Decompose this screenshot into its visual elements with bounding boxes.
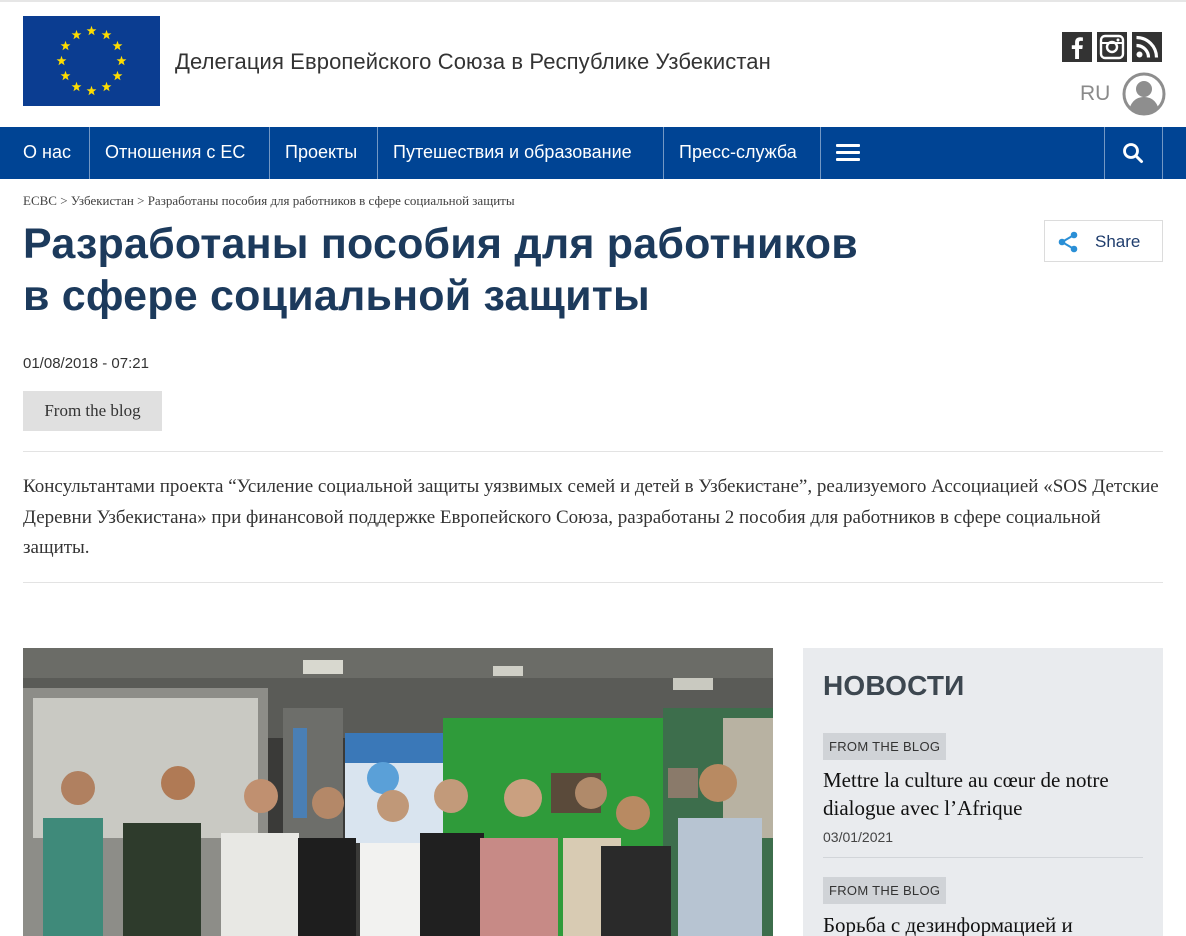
eu-star-icon bbox=[101, 29, 112, 40]
article-lead: Консультантами проекта “Усиление социаль… bbox=[23, 476, 1159, 558]
eu-star-icon bbox=[116, 55, 127, 66]
breadcrumb-item-current: Разработаны пособия для работников в сфе… bbox=[147, 193, 515, 208]
eu-star-icon bbox=[60, 70, 71, 81]
article-tag[interactable]: From the blog bbox=[23, 391, 162, 431]
page-title: Разработаны пособия для работников в сфе… bbox=[23, 218, 1003, 322]
news-tag[interactable]: FROM THE BLOG bbox=[823, 877, 947, 904]
article-photo bbox=[23, 648, 773, 936]
page-title-line: Разработаны пособия для работников bbox=[23, 220, 858, 268]
eu-star-icon bbox=[71, 81, 82, 92]
divider bbox=[23, 582, 1163, 583]
nav-item-press[interactable]: Пресс-служба bbox=[679, 127, 797, 179]
breadcrumb-separator: > bbox=[137, 193, 145, 208]
news-sidebar: НОВОСТИ FROM THE BLOG Mettre la culture … bbox=[803, 648, 1163, 936]
facebook-icon[interactable] bbox=[1062, 32, 1092, 62]
nav-separator bbox=[663, 127, 664, 179]
eu-flag-logo[interactable] bbox=[23, 16, 160, 106]
eu-star-icon bbox=[60, 40, 71, 51]
nav-separator bbox=[89, 127, 90, 179]
language-selector[interactable]: RU bbox=[1080, 82, 1110, 106]
eu-star-icon bbox=[86, 25, 97, 36]
eu-star-icon bbox=[71, 29, 82, 40]
divider bbox=[23, 451, 1163, 452]
page-title-line: в сфере социальной защиты bbox=[23, 272, 650, 320]
share-button[interactable]: Share bbox=[1044, 220, 1163, 262]
share-icon bbox=[1058, 231, 1078, 253]
nav-separator bbox=[820, 127, 821, 179]
nav-separator bbox=[1162, 127, 1163, 179]
news-link[interactable]: Mettre la culture au cœur de notre dialo… bbox=[823, 766, 1143, 822]
share-label: Share bbox=[1095, 232, 1141, 251]
eu-star-icon bbox=[86, 85, 97, 96]
user-account-icon[interactable] bbox=[1122, 72, 1166, 116]
search-button[interactable] bbox=[1104, 127, 1162, 179]
breadcrumb-item-country[interactable]: Узбекистан bbox=[71, 193, 134, 208]
breadcrumb: ЕСВС > Узбекистан > Разработаны пособия … bbox=[23, 193, 515, 209]
eu-star-icon bbox=[101, 81, 112, 92]
main-navigation: О нас Отношения с ЕС Проекты Путешествия… bbox=[0, 127, 1186, 179]
breadcrumb-item-home[interactable]: ЕСВС bbox=[23, 193, 57, 208]
eu-star-icon bbox=[112, 70, 123, 81]
nav-item-travel-education[interactable]: Путешествия и образование bbox=[393, 127, 632, 179]
search-icon bbox=[1123, 143, 1143, 163]
nav-item-projects[interactable]: Проекты bbox=[285, 127, 357, 179]
nav-separator bbox=[269, 127, 270, 179]
news-tag[interactable]: FROM THE BLOG bbox=[823, 733, 947, 760]
eu-star-icon bbox=[56, 55, 67, 66]
divider bbox=[823, 857, 1143, 858]
eu-star-icon bbox=[112, 40, 123, 51]
site-title[interactable]: Делегация Европейского Союза в Республик… bbox=[175, 49, 771, 75]
nav-item-about[interactable]: О нас bbox=[23, 127, 71, 179]
rss-icon[interactable] bbox=[1132, 32, 1162, 62]
instagram-icon[interactable] bbox=[1097, 32, 1127, 62]
site-header: Делегация Европейского Союза в Республик… bbox=[0, 2, 1186, 127]
nav-item-eu-relations[interactable]: Отношения с ЕС bbox=[105, 127, 245, 179]
news-date: 03/01/2021 bbox=[823, 829, 894, 845]
menu-hamburger-icon[interactable] bbox=[836, 144, 860, 162]
nav-separator bbox=[377, 127, 378, 179]
sidebar-title: НОВОСТИ bbox=[823, 670, 965, 701]
breadcrumb-separator: > bbox=[60, 193, 68, 208]
news-link[interactable]: Борьба с дезинформацией и bbox=[823, 911, 1143, 936]
publish-date: 01/08/2018 - 07:21 bbox=[23, 355, 149, 372]
